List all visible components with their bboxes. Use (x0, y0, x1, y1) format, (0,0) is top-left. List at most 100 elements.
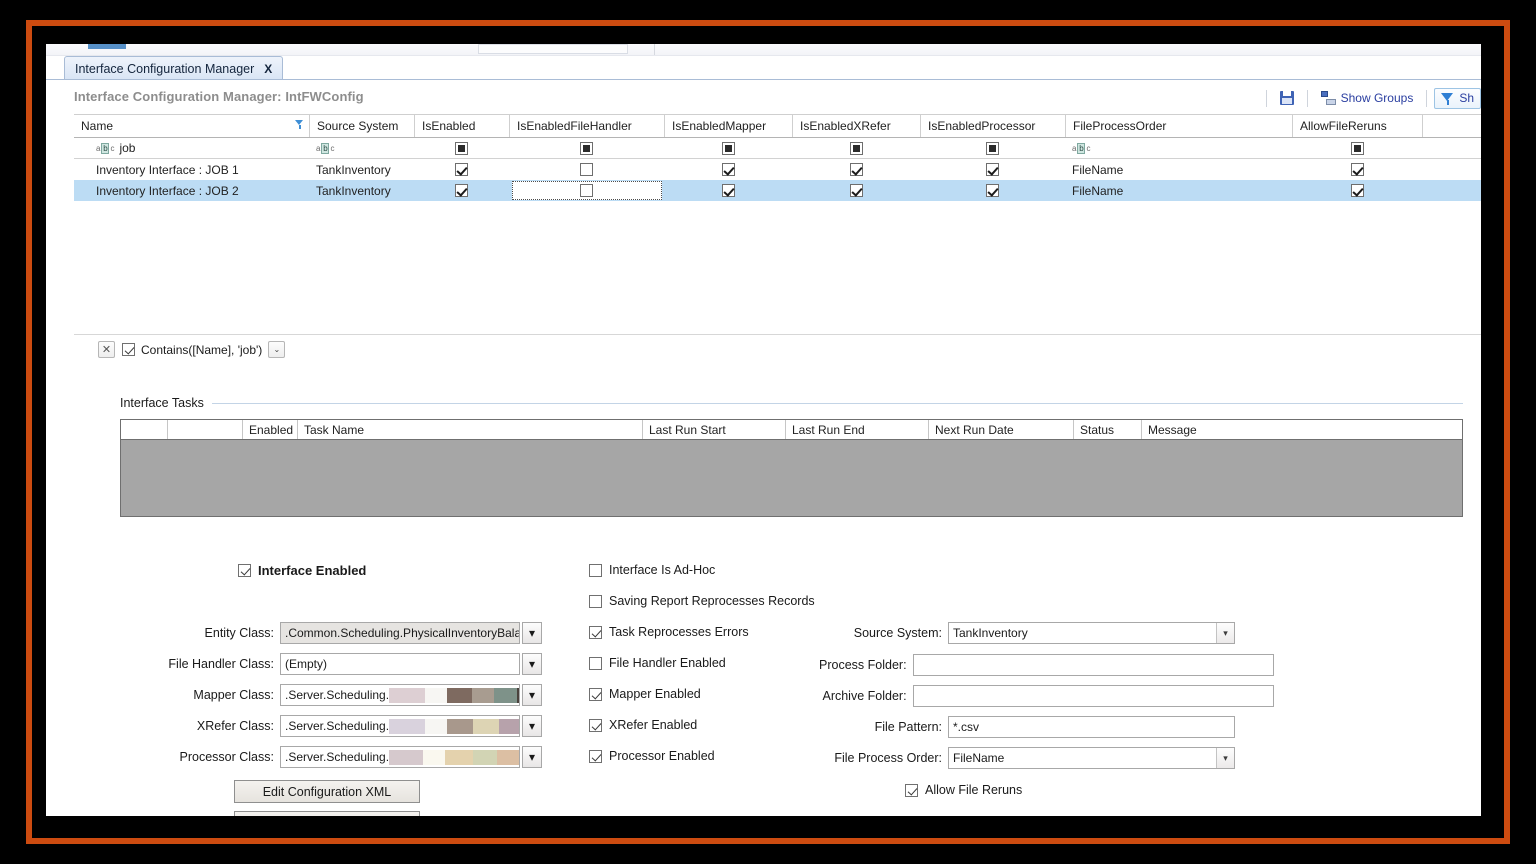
checkbox-interface-is-adhoc[interactable]: Interface Is Ad-Hoc (589, 563, 715, 577)
chevron-down-icon[interactable]: ▾ (522, 684, 542, 706)
checkbox[interactable] (1350, 163, 1364, 176)
filter-enabled-checkbox[interactable] (122, 343, 135, 356)
show-filter-button[interactable]: Sh (1434, 87, 1481, 109)
column-header-status[interactable]: Status (1074, 420, 1142, 439)
filter-history-dropdown[interactable]: ⌄ (268, 341, 286, 358)
cell-source-system[interactable]: TankInventory (309, 159, 414, 180)
chevron-down-icon[interactable]: ▾ (1216, 748, 1234, 768)
filter-icon[interactable] (295, 120, 304, 129)
column-header-isenabledfilehandler[interactable]: IsEnabledFileHandler (509, 115, 664, 137)
file-process-order-combo[interactable]: FileName ▾ (948, 747, 1235, 769)
chevron-down-icon[interactable]: ▾ (1216, 623, 1234, 643)
column-header-message[interactable]: Message (1142, 420, 1462, 439)
cell-fileprocessorder[interactable]: FileName (1065, 180, 1292, 201)
column-header-isenabledxrefer[interactable]: IsEnabledXRefer (792, 115, 920, 137)
tristate-checkbox[interactable] (986, 141, 999, 155)
tristate-checkbox[interactable] (849, 141, 863, 155)
interface-enabled-checkbox-row[interactable]: Interface Enabled (238, 563, 366, 578)
cell-allowfilereruns[interactable] (1292, 180, 1422, 201)
column-header-isenabledprocessor[interactable]: IsEnabledProcessor (920, 115, 1065, 137)
checkbox[interactable] (986, 184, 999, 197)
cell-isenabledmapper[interactable] (664, 159, 792, 180)
column-header-fileprocessorder[interactable]: FileProcessOrder (1065, 115, 1292, 137)
column-header-last-run-start[interactable]: Last Run Start (643, 420, 786, 439)
checkbox-file-handler-enabled[interactable]: File Handler Enabled (589, 656, 726, 670)
column-header-source-system[interactable]: Source System (309, 115, 414, 137)
checkbox[interactable] (721, 184, 735, 197)
checkbox[interactable] (721, 163, 735, 176)
cell-name[interactable]: Inventory Interface : JOB 1 (74, 159, 309, 180)
tristate-checkbox[interactable] (1350, 141, 1364, 155)
chevron-down-icon[interactable]: ▾ (522, 653, 542, 675)
cell-isenabledprocessor[interactable] (920, 180, 1065, 201)
filter-cell-isenabledxrefer[interactable] (792, 138, 920, 158)
checkbox[interactable] (580, 184, 593, 197)
close-icon[interactable]: X (264, 62, 272, 76)
filter-cell-source-system[interactable]: abc (309, 138, 414, 158)
focused-cell-editor[interactable] (511, 181, 662, 200)
filter-cell-isenabled[interactable] (414, 138, 509, 158)
file-handler-class-combo[interactable]: (Empty) (280, 653, 520, 675)
tristate-checkbox[interactable] (721, 141, 735, 155)
checkbox-task-reprocesses-errors[interactable]: Task Reprocesses Errors (589, 625, 749, 639)
interface-enabled-checkbox[interactable] (238, 564, 251, 577)
tasks-grid[interactable]: Enabled Task Name Last Run Start Last Ru… (120, 419, 1463, 517)
grid-filter-row[interactable]: abc job abc abc (74, 138, 1481, 159)
tristate-checkbox[interactable] (455, 141, 468, 155)
tristate-checkbox[interactable] (580, 141, 593, 155)
cell-isenabledmapper[interactable] (664, 180, 792, 201)
filter-cell-isenabledprocessor[interactable] (920, 138, 1065, 158)
checkbox[interactable] (849, 184, 863, 197)
checkbox-mapper-enabled[interactable]: Mapper Enabled (589, 687, 701, 701)
save-button[interactable] (1274, 88, 1300, 109)
chevron-down-icon[interactable]: ▾ (522, 622, 542, 644)
column-header-indicator[interactable] (121, 420, 168, 439)
filter-cell-isenabledfilehandler[interactable] (509, 138, 664, 158)
column-header-blank[interactable] (168, 420, 243, 439)
column-header-next-run-date[interactable]: Next Run Date (929, 420, 1074, 439)
column-header-isenabled[interactable]: IsEnabled (414, 115, 509, 137)
table-row[interactable]: Inventory Interface : JOB 2 TankInventor… (74, 180, 1481, 201)
show-groups-button[interactable]: Show Groups (1315, 88, 1420, 109)
checkbox[interactable] (455, 163, 468, 176)
entity-class-combo[interactable]: .Common.Scheduling.PhysicalInventoryBala… (280, 622, 520, 644)
filter-cell-fileprocessorder[interactable]: abc (1065, 138, 1292, 158)
cell-fileprocessorder[interactable]: FileName (1065, 159, 1292, 180)
column-header-isenabledmapper[interactable]: IsEnabledMapper (664, 115, 792, 137)
cell-isenabledprocessor[interactable] (920, 159, 1065, 180)
cell-isenabledfilehandler[interactable] (509, 180, 664, 201)
xrefer-class-combo[interactable]: .Server.Scheduling. (280, 715, 520, 737)
checkbox-xrefer-enabled[interactable]: XRefer Enabled (589, 718, 697, 732)
filter-cell-isenabledmapper[interactable] (664, 138, 792, 158)
checkbox-saving-report-reprocesses-records[interactable]: Saving Report Reprocesses Records (589, 594, 815, 608)
interface-grid[interactable]: Name Source System IsEnabled IsEnabledFi… (74, 114, 1481, 274)
checkbox[interactable] (589, 625, 602, 639)
checkbox[interactable] (589, 687, 602, 701)
checkbox[interactable] (849, 163, 863, 176)
checkbox[interactable] (905, 783, 918, 797)
checkbox-processor-enabled[interactable]: Processor Enabled (589, 749, 715, 763)
checkbox[interactable] (589, 594, 602, 608)
process-folder-input[interactable] (912, 654, 1274, 676)
cell-isenabledfilehandler[interactable] (509, 159, 664, 180)
column-header-enabled[interactable]: Enabled (243, 420, 298, 439)
chevron-down-icon[interactable]: ▾ (522, 715, 542, 737)
cell-isenabledxrefer[interactable] (792, 159, 920, 180)
archive-folder-input[interactable] (912, 685, 1274, 707)
checkbox[interactable] (580, 163, 593, 176)
checkbox[interactable] (1350, 184, 1364, 197)
column-header-last-run-end[interactable]: Last Run End (786, 420, 929, 439)
cell-allowfilereruns[interactable] (1292, 159, 1422, 180)
column-header-name[interactable]: Name (74, 115, 309, 137)
checkbox[interactable] (589, 749, 602, 763)
column-header-task-name[interactable]: Task Name (298, 420, 643, 439)
checkbox[interactable] (589, 718, 602, 732)
file-pattern-input[interactable]: *.csv (948, 716, 1235, 738)
cell-name[interactable]: Inventory Interface : JOB 2 (74, 180, 309, 201)
checkbox[interactable] (589, 656, 602, 670)
edit-mapper-format-button[interactable]: Edit Mapper Format (234, 811, 420, 816)
cell-isenabledxrefer[interactable] (792, 180, 920, 201)
clear-filter-button[interactable]: ✕ (98, 341, 115, 358)
cell-isenabled[interactable] (414, 159, 509, 180)
checkbox[interactable] (589, 563, 602, 577)
